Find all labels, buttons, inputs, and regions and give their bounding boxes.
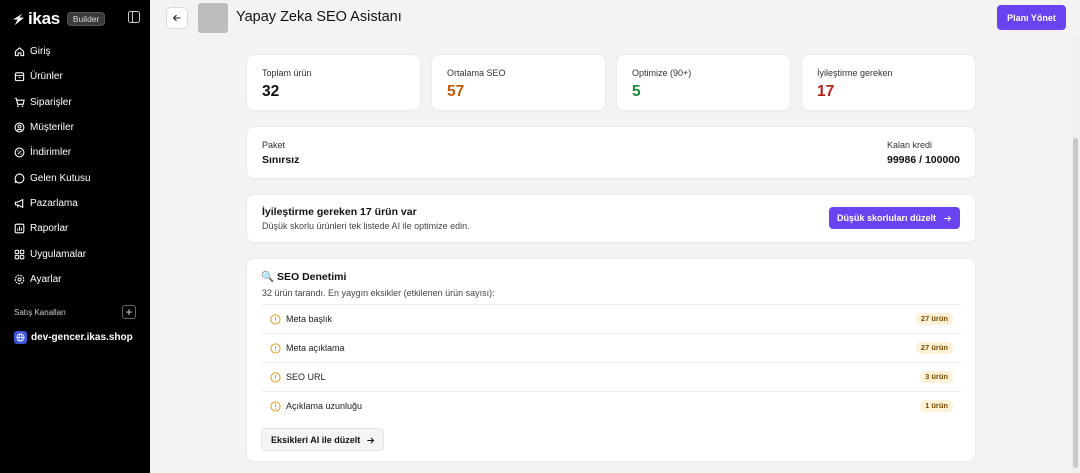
brand-name: ikas xyxy=(28,9,60,28)
issue-row-description-length[interactable]: Açıklama uzunluğu 1 ürün xyxy=(261,391,961,420)
warning-icon xyxy=(270,400,281,412)
package-value: Sınırsız xyxy=(262,154,300,166)
shop-domain: dev-gencer.ikas.shop xyxy=(31,332,133,343)
app-thumbnail xyxy=(198,3,228,33)
add-channel-button[interactable]: + xyxy=(122,305,136,319)
sidebar-item-ayarlar[interactable]: Ayarlar xyxy=(0,267,150,292)
sidebar-toggle-icon[interactable] xyxy=(128,11,140,23)
sidebar-item-indirimler[interactable]: İndirimler xyxy=(0,140,150,165)
fix-missing-ai-label: Eksikleri AI ile düzelt xyxy=(271,434,361,445)
gear-icon xyxy=(14,274,25,285)
builder-badge: Builder xyxy=(66,12,106,26)
bolt-icon xyxy=(12,13,25,25)
stat-card-total: Toplam ürün 32 xyxy=(247,55,420,110)
sidebar-item-giris[interactable]: Giriş xyxy=(0,39,150,64)
improve-title: İyileştirme gereken 17 ürün var xyxy=(262,206,417,218)
globe-icon xyxy=(14,331,27,344)
stat-label: Ortalama SEO xyxy=(447,68,506,78)
manage-plan-button[interactable]: Planı Yönet xyxy=(997,5,1066,30)
stat-card-optimized: Optimize (90+) 5 xyxy=(617,55,790,110)
sales-channels-label: Satış Kanalları xyxy=(14,307,67,317)
warning-icon xyxy=(270,371,281,383)
stat-label: Toplam ürün xyxy=(262,68,312,78)
sidebar-item-urunler[interactable]: Ürünler xyxy=(0,64,150,89)
credit-value: 99986 / 100000 xyxy=(887,154,960,166)
audit-title: 🔍 SEO Denetimi xyxy=(261,271,347,283)
box-icon xyxy=(14,72,25,82)
issue-label: Meta başlık xyxy=(286,314,333,324)
users-icon xyxy=(14,122,25,133)
sidebar: ikas Builder Giriş Ürünler Siparişler Mü… xyxy=(0,0,150,473)
sidebar-item-raporlar[interactable]: Raporlar xyxy=(0,216,150,241)
home-icon xyxy=(14,47,25,57)
scrollbar-thumb[interactable] xyxy=(1073,138,1078,468)
discount-icon xyxy=(14,147,25,158)
issue-label: Açıklama uzunluğu xyxy=(286,401,363,411)
warning-icon xyxy=(270,313,281,325)
sidebar-item-gelen-kutusu[interactable]: Gelen Kutusu xyxy=(0,165,150,190)
package-label: Paket xyxy=(262,140,286,150)
stat-value: 5 xyxy=(632,83,641,100)
sidebar-item-label: İndirimler xyxy=(30,147,72,159)
grid-icon xyxy=(14,249,25,259)
issue-row-meta-description[interactable]: Meta açıklama 27 ürün xyxy=(261,333,961,362)
sidebar-item-label: Giriş xyxy=(30,46,51,58)
brand: ikas Builder xyxy=(12,9,106,29)
fix-low-score-button[interactable]: Düşük skorluları düzelt xyxy=(829,207,960,229)
issue-count-badge: 27 ürün xyxy=(915,342,953,354)
megaphone-icon xyxy=(14,198,24,209)
warning-icon xyxy=(270,342,281,354)
issue-row-seo-url[interactable]: SEO URL 3 ürün xyxy=(261,362,961,391)
issue-count-badge: 27 ürün xyxy=(915,313,953,325)
stat-value: 57 xyxy=(447,83,465,100)
ikas-logo[interactable]: ikas xyxy=(12,9,60,29)
package-card: Paket Sınırsız Kalan kredi 99986 / 10000… xyxy=(247,127,975,178)
top-bar: Yapay Zeka SEO Asistanı Planı Yönet xyxy=(150,0,1080,36)
sidebar-item-uygulamalar[interactable]: Uygulamalar xyxy=(0,241,150,266)
issue-row-meta-title[interactable]: Meta başlık 27 ürün xyxy=(261,304,961,333)
sidebar-item-label: Uygulamalar xyxy=(30,248,87,260)
sidebar-item-label: Ürünler xyxy=(30,71,63,83)
sidebar-item-pazarlama[interactable]: Pazarlama xyxy=(0,191,150,216)
stat-value: 32 xyxy=(262,83,280,100)
chart-icon xyxy=(14,223,25,234)
sales-channels-header: Satış Kanalları + xyxy=(14,305,136,319)
stat-value: 17 xyxy=(817,83,835,100)
sidebar-item-siparisler[interactable]: Siparişler xyxy=(0,90,150,115)
fix-missing-ai-button[interactable]: Eksikleri AI ile düzelt xyxy=(261,428,384,451)
issue-label: Meta açıklama xyxy=(286,343,345,353)
chat-icon xyxy=(14,173,25,184)
back-button[interactable] xyxy=(166,7,188,29)
issue-count-badge: 3 ürün xyxy=(920,371,953,383)
stat-label: Optimize (90+) xyxy=(632,68,692,78)
improve-subtitle: Düşük skorlu ürünleri tek listede AI ile… xyxy=(262,221,470,231)
arrow-left-icon xyxy=(172,14,181,22)
credit-label: Kalan kredi xyxy=(887,140,933,150)
audit-subtitle: 32 ürün tarandı. En yaygın eksikler (etk… xyxy=(262,288,495,298)
sidebar-item-label: Müşteriler xyxy=(30,122,74,134)
issue-count-badge: 1 ürün xyxy=(920,400,953,412)
sidebar-item-musteriler[interactable]: Müşteriler xyxy=(0,115,150,140)
stat-label: İyileştirme gereken xyxy=(817,68,893,78)
stat-card-average-seo: Ortalama SEO 57 xyxy=(432,55,605,110)
stat-card-needs-improvement: İyileştirme gereken 17 xyxy=(802,55,975,110)
sidebar-nav: Giriş Ürünler Siparişler Müşteriler İndi… xyxy=(0,39,150,292)
plus-icon: + xyxy=(125,305,133,319)
seo-audit-card: 🔍 SEO Denetimi 32 ürün tarandı. En yaygı… xyxy=(247,259,975,461)
sidebar-item-label: Siparişler xyxy=(30,96,72,108)
sidebar-item-label: Gelen Kutusu xyxy=(30,172,91,184)
cart-icon xyxy=(14,97,25,107)
arrow-right-icon xyxy=(367,437,375,444)
arrow-right-icon xyxy=(944,215,952,222)
sidebar-item-label: Raporlar xyxy=(30,223,69,235)
sidebar-item-label: Pazarlama xyxy=(30,197,78,209)
sidebar-item-shop[interactable]: dev-gencer.ikas.shop xyxy=(14,331,133,344)
issue-label: SEO URL xyxy=(286,372,326,382)
improve-card: İyileştirme gereken 17 ürün var Düşük sk… xyxy=(247,195,975,242)
fix-low-score-label: Düşük skorluları düzelt xyxy=(837,213,937,223)
page-title: Yapay Zeka SEO Asistanı xyxy=(236,9,402,25)
sidebar-item-label: Ayarlar xyxy=(30,273,62,285)
